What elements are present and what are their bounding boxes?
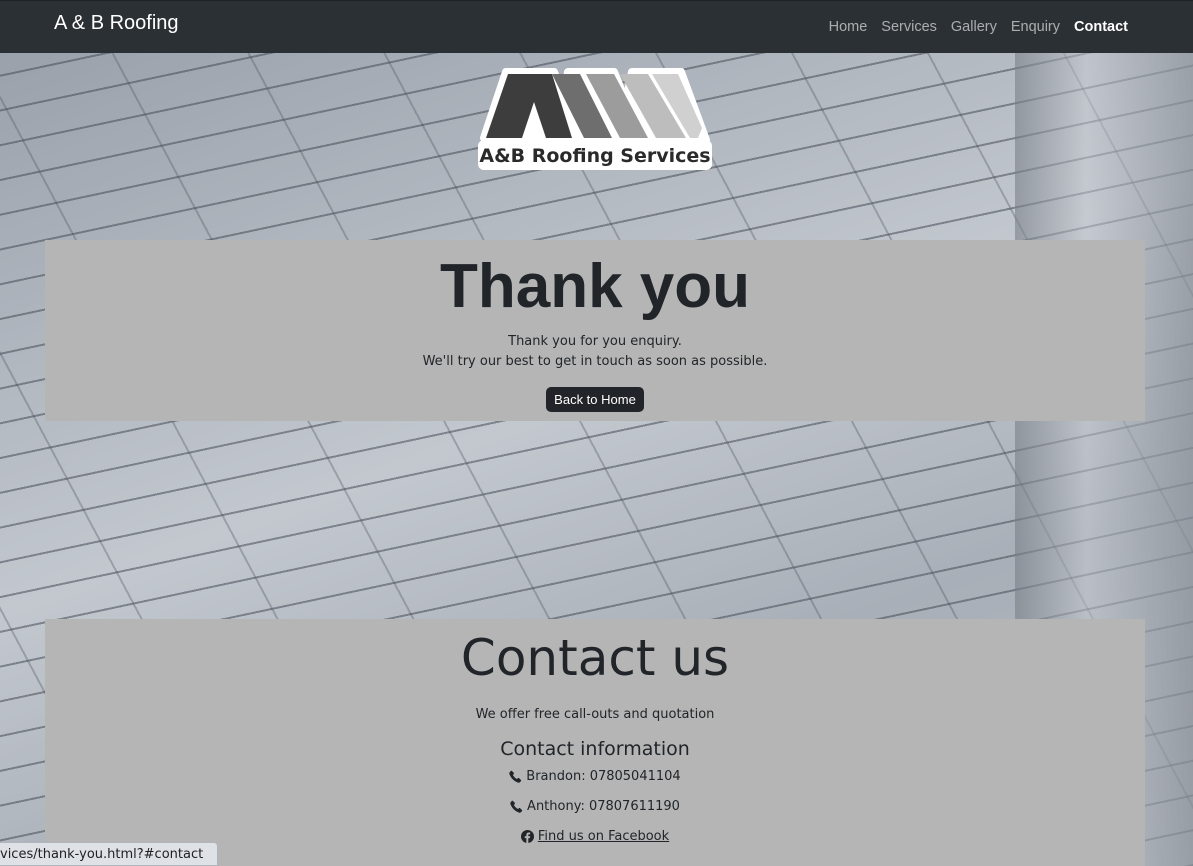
phone-brandon-text: Brandon: 07805041104 (526, 769, 681, 784)
phone-brandon: Brandon: 07805041104 (45, 769, 1145, 784)
thank-you-title: Thank you (439, 252, 751, 321)
thank-you-line-1: Thank you for you enquiry. (508, 334, 682, 349)
nav-link-contact[interactable]: Contact (1074, 19, 1128, 35)
contact-title: Contact us (460, 629, 730, 687)
phone-icon (510, 800, 523, 813)
navbar: A & B Roofing Home Services Gallery Enqu… (0, 0, 1193, 53)
nav-link-home[interactable]: Home (829, 19, 868, 35)
browser-status-url: vices/thank-you.html?#contact (0, 842, 218, 866)
navbar-brand[interactable]: A & B Roofing (54, 12, 179, 35)
thank-you-line-2: We'll try our best to get in touch as so… (422, 354, 768, 369)
phone-icon (509, 770, 522, 783)
phone-anthony-text: Anthony: 07807611190 (527, 799, 680, 814)
facebook-icon (520, 830, 534, 843)
thank-you-panel: Thank you Thank you for you enquiry. We'… (45, 240, 1145, 421)
contact-offer-text: We offer free call-outs and quotation (475, 707, 715, 722)
facebook-link-text[interactable]: Find us on Facebook (538, 829, 669, 844)
nav-link-enquiry[interactable]: Enquiry (1011, 19, 1060, 35)
company-logo: A&B Roofing Services (478, 68, 712, 170)
back-to-home-button[interactable]: Back to Home (546, 387, 644, 412)
nav-link-services[interactable]: Services (881, 19, 937, 35)
nav-link-gallery[interactable]: Gallery (951, 19, 997, 35)
logo-text: A&B Roofing Services (479, 145, 710, 167)
phone-anthony: Anthony: 07807611190 (45, 799, 1145, 814)
contact-info-heading: Contact information (500, 738, 690, 760)
nav-links: Home Services Gallery Enquiry Contact (829, 19, 1128, 35)
contact-panel: Contact us We offer free call-outs and q… (45, 619, 1145, 866)
